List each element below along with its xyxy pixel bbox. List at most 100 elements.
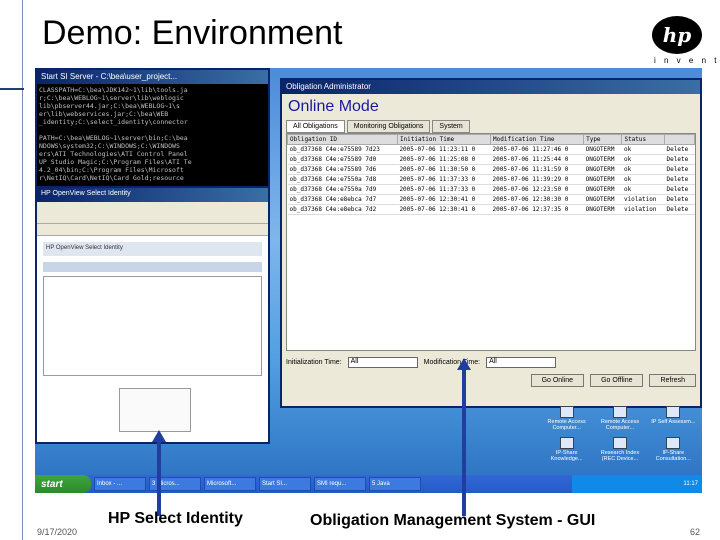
console-line: er\lib\webservices.jar;C:\bea\WEB [39,110,169,118]
taskbar-task[interactable]: Inbox - ... [94,477,146,491]
delete-link[interactable]: Delete [664,164,695,175]
table-cell: violation [621,204,665,215]
caption-obligation-gui: Obligation Management System - GUI [310,512,596,529]
column-header[interactable] [664,134,695,145]
taskbar-task[interactable]: Start SI... [259,477,311,491]
table-cell: ONGOTERM [583,164,622,175]
table-cell: 2005-07-06 12:30:41 0 [397,194,491,205]
desktop-shortcut[interactable]: Remote Access Computer... [593,406,646,431]
obligation-table-wrap: Obligation ID Initiation Time Modification… [286,133,696,351]
tab-all-obligations[interactable]: All Obligations [286,120,345,133]
online-mode-heading: Online Mode [288,98,379,115]
console-line: _identity;C:\select_identity\connector [39,118,188,126]
taskbar-task[interactable]: SMI requ... [314,477,366,491]
arrow-left [152,430,166,516]
delete-link[interactable]: Delete [664,194,695,205]
browser-banner: HP OpenView Select Identity [43,242,262,256]
table-row[interactable]: ob_d37368 C4e:e75589 7d23 2005-07-06 11:2… [287,144,695,155]
caption-hp-select-identity: HP Select Identity [108,510,243,527]
table-row[interactable]: ob_d37368 C4e:e7550a 7d8 2005-07-06 11:37… [287,174,695,185]
browser-nav-tabs[interactable] [43,262,262,272]
obligation-tabs: All Obligations Monitoring Obligations S… [282,120,700,133]
column-header[interactable]: Obligation ID [287,134,398,145]
arrow-right-shaft [462,369,466,516]
go-offline-button[interactable]: Go Offline [590,374,644,387]
table-cell: ok [621,184,665,195]
table-cell: 2005-07-06 12:37:35 0 [490,204,584,215]
table-row[interactable]: ob_d37368 C4e:e75589 7d0 2005-07-06 11:25… [287,154,695,165]
hp-logo: hp [652,16,702,54]
desktop-shortcut[interactable]: Remote Access Computer... [540,406,593,431]
tab-monitoring-obligations[interactable]: Monitoring Obligations [346,120,431,133]
desktop-shortcut[interactable]: IP-Share Knowledge... [540,437,593,462]
column-header[interactable]: Status [621,134,666,145]
browser-window[interactable]: HP OpenView Select Identity HP OpenView … [35,186,270,444]
table-cell: 2005-07-06 12:30:41 0 [397,204,491,215]
delete-link[interactable]: Delete [664,184,695,195]
table-cell: ob_d37368 C4e:e8ebca 7d7 [287,194,398,205]
filter-bar: Initialization Time: All Modification Ti… [282,351,700,370]
obligation-title-bar[interactable]: Obligation Administrator [282,80,700,94]
delete-link[interactable]: Delete [664,174,695,185]
obligation-window[interactable]: Obligation Administrator Online Mode All… [280,78,702,408]
table-cell: 2005-07-06 11:27:46 0 [490,144,584,155]
mod-time-select[interactable]: All [486,357,557,368]
tab-system[interactable]: System [432,120,470,133]
desktop-screenshot: Start SI Server - C:\bea\user_project...… [35,68,702,493]
title-accent-rule [0,88,24,90]
shortcut-label: IP Self Assessm... [651,419,696,425]
table-cell: 2005-07-06 11:31:59 0 [490,164,584,175]
console-title-bar[interactable]: Start SI Server - C:\bea\user_project... [37,70,268,84]
table-cell: ob_d37368 C4e:e7550a 7d8 [287,174,398,185]
console-line: NDOWS\system32;C:\WINDOWS;C:\WINDOWS [39,142,180,150]
console-output: CLASSPATH=C:\bea\JDK142~1\lib\tools.ja r;… [37,84,268,186]
desktop-shortcut[interactable]: IP Self Assessm... [647,406,700,431]
arrow-left-head [152,430,166,442]
table-cell: ok [621,174,665,185]
delete-link[interactable]: Delete [664,204,695,215]
column-header[interactable]: Initiation Time [396,134,492,145]
table-cell: violation [621,194,665,205]
start-button[interactable]: start [35,475,91,493]
go-online-button[interactable]: Go Online [530,374,585,387]
desktop-shortcut[interactable]: IP-Share Consultation... [647,437,700,462]
browser-toolbar[interactable] [37,202,268,224]
table-row[interactable]: ob_d37368 C4e:e75589 7d6 2005-07-06 11:30… [287,164,695,175]
table-cell: ONGOTERM [583,154,622,165]
console-line: PATH=C:\bea\WEBLOG~1\server\bin;C:\bea [39,134,188,142]
mod-time-label: Modification Time: [423,359,481,366]
table-cell: ob_d37368 C4e:e75589 7d0 [287,154,398,165]
shortcut-icon [559,406,574,418]
table-cell: ob_d37368 C4e:e75589 7d23 [287,144,398,155]
shortcut-label: IP-Share Knowledge... [550,450,583,462]
hp-tagline: i n v e n t [654,56,720,65]
column-header[interactable]: Type [583,134,623,145]
table-cell: 2005-07-06 11:39:29 0 [490,174,584,185]
table-cell: 2005-07-06 11:25:44 0 [490,154,584,165]
taskbar-task[interactable]: Microsoft... [204,477,256,491]
refresh-button[interactable]: Refresh [649,374,696,387]
console-line: r;C:\bea\WEBLOG~1\server\lib\weblogic [39,94,184,102]
browser-title-bar[interactable]: HP OpenView Select Identity [37,188,268,202]
table-row[interactable]: ob_d37368 C4e:e8ebca 7d2 2005-07-06 12:30… [287,204,695,215]
table-row[interactable]: ob_d37368 C4e:e8ebca 7d7 2005-07-06 12:30… [287,194,695,205]
console-line: CLASSPATH=C:\bea\JDK142~1\lib\tools.ja [39,86,188,94]
arrow-right [457,358,471,516]
action-buttons: Go Online Go Offline Refresh [282,370,700,391]
init-time-select[interactable]: All [347,357,418,368]
delete-link[interactable]: Delete [664,154,695,165]
column-header[interactable]: Modification Time [490,134,585,145]
desktop-shortcut[interactable]: Research Index (REC Device... [593,437,646,462]
table-cell: 2005-07-06 11:25:08 0 [397,154,491,165]
console-window[interactable]: Start SI Server - C:\bea\user_project...… [35,68,270,188]
arrow-left-shaft [157,441,161,516]
delete-link[interactable]: Delete [664,144,695,155]
browser-address-bar[interactable] [37,224,268,236]
tray-clock: 11:17 [683,481,698,487]
taskbar-task[interactable]: 5 Java [369,477,421,491]
browser-dialog-box[interactable] [119,388,191,432]
table-row[interactable]: ob_d37368 C4e:e7550a 7d9 2005-07-06 11:37… [287,184,695,195]
table-cell: ok [621,164,665,175]
console-line: UP Studio Magic;C:\Program Files\ATI Te [39,158,192,166]
